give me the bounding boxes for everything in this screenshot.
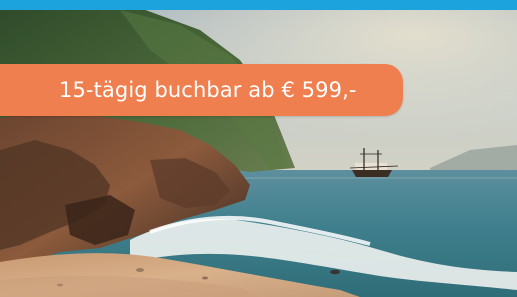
beach-photo	[0, 0, 517, 297]
top-color-strip	[0, 0, 517, 10]
price-badge[interactable]: 15-tägig buchbar ab € 599,-	[0, 64, 403, 116]
price-badge-text: 15-tägig buchbar ab € 599,-	[59, 78, 357, 102]
travel-offer-banner[interactable]: 15-tägig buchbar ab € 599,-	[0, 0, 517, 297]
